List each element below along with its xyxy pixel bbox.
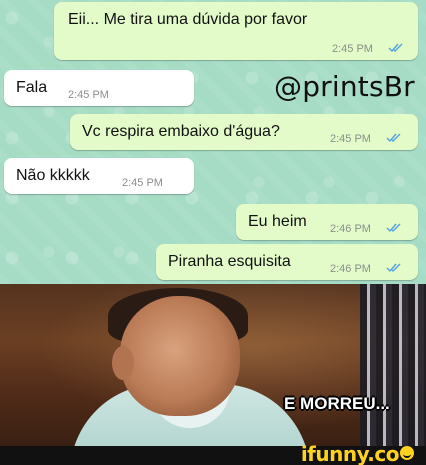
message-bubble-outgoing[interactable]: Eii... Me tira uma dúvida por favor 2:45… [54,2,418,60]
message-bubble-outgoing[interactable]: Piranha esquisita 2:46 PM [156,244,418,280]
background-curtain [360,284,426,446]
message-text: Vc respira embaixo d'água? [82,123,280,140]
watermark-handle: @printsBr [274,70,415,103]
message-time: 2:45 PM [122,177,163,189]
message-time: 2:45 PM [332,43,373,55]
message-time: 2:45 PM [330,133,371,145]
ifunny-logo: ifunny.co [301,442,414,465]
read-receipt-icon [386,133,401,143]
read-receipt-icon [388,43,403,53]
smile-icon [400,446,414,460]
message-text: Piranha esquisita [168,253,291,270]
person-ear [112,346,134,380]
message-text: Eii... Me tira uma dúvida por favor [68,11,308,28]
person-face [120,296,240,416]
message-bubble-outgoing[interactable]: Vc respira embaixo d'água? 2:45 PM [70,114,418,150]
footer-bar: ifunny.co [0,442,426,465]
read-receipt-icon [386,223,401,233]
meme-caption: E MORREU... [284,394,390,413]
message-bubble-incoming[interactable]: Não kkkkk 2:45 PM [4,158,194,194]
message-bubble-outgoing[interactable]: Eu heim 2:46 PM [236,204,418,240]
chat-area: Eii... Me tira uma dúvida por favor 2:45… [0,0,426,284]
read-receipt-icon [386,263,401,273]
message-bubble-incoming[interactable]: Fala 2:45 PM [4,70,194,106]
message-text: Fala [16,79,48,96]
message-time: 2:45 PM [68,89,109,101]
meme-photo: E MORREU... [0,284,426,446]
message-time: 2:46 PM [330,263,371,275]
brand-text: ifunny.co [300,442,400,465]
message-text: Não kkkkk [16,167,90,184]
message-text: Eu heim [248,213,307,230]
message-time: 2:46 PM [330,223,371,235]
